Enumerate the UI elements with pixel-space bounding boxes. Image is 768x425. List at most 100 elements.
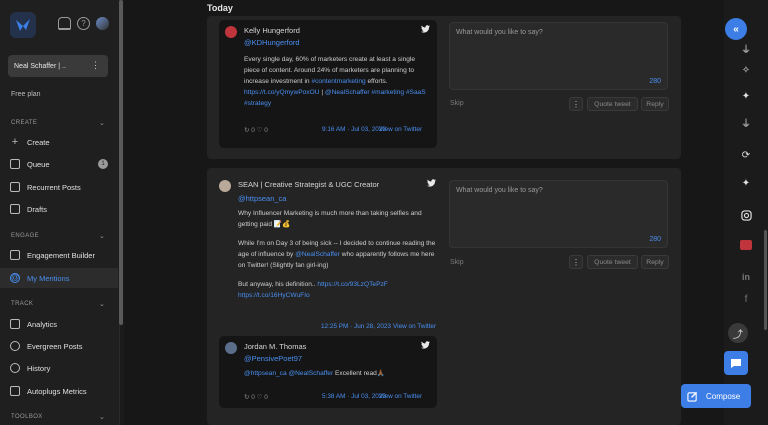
tweet-card: SEAN | Creative Strategist & UGC Creator… [213,174,443,334]
tweet-text: Why Influencer Marketing is much more th… [238,208,438,301]
collapse-panel-button[interactable]: « [725,18,747,40]
tweet-paragraph: But anyway, his definition.. https://t.c… [238,279,438,301]
mention-link[interactable]: @NealSchaffer [325,89,370,96]
sidebar-item-label: Autoplugs Metrics [27,386,87,396]
tweet-url[interactable]: https://t.co/yQmywPoxOU [244,89,319,96]
profile-name: Neal Schaffer | .. [14,62,66,70]
char-count: 280 [649,78,661,85]
tweet-paragraph: Why Influencer Marketing is much more th… [238,210,422,228]
quote-tweet-button[interactable]: Quote tweet [587,97,638,111]
new-feature-icon[interactable] [740,240,752,250]
sidebar-item-label: Analytics [27,319,58,329]
user-avatar[interactable] [96,17,109,30]
char-count: 280 [649,236,661,243]
tweet-timestamp: 9:16 AM · Jul 03, 2023 [322,126,386,133]
tweet-url[interactable]: https://t.co/93LzQTePzF [317,281,387,288]
more-options-button[interactable]: ⋮ [569,97,583,111]
tweet-card: Kelly Hungerford @KDHungerford Every sin… [219,20,437,148]
author-handle[interactable]: @httpsean_ca [238,194,286,203]
auto-retweet-icon[interactable]: ✦ [740,177,752,189]
quote-tweet-button[interactable]: Quote tweet [587,255,638,269]
rail-scrollbar[interactable] [764,230,767,330]
hashtag-link[interactable]: #contentmarketing [311,78,365,85]
tweet-url[interactable]: https://t.co/16HyCWuFIo [238,292,310,299]
sidebar: ? Neal Schaffer | .. ⋮ Free plan CREATE ⌄… [0,0,120,425]
more-options-button[interactable]: ⋮ [569,255,583,269]
section-track[interactable]: TRACK ⌄ [11,301,105,308]
compose-button[interactable]: Compose [681,384,751,408]
sidebar-item-drafts[interactable]: Drafts [0,199,118,219]
sidebar-item-label: Queue [27,159,50,169]
profile-menu-icon[interactable]: ⋮ [91,60,100,71]
plug-icon[interactable]: ⏚ [740,42,752,56]
linkedin-icon[interactable]: in [740,271,752,283]
section-engage[interactable]: ENGAGE ⌄ [11,233,105,240]
sidebar-item-recurrent-posts[interactable]: Recurrent Posts [0,177,118,197]
reply-tweet-card: Jordan M. Thomas @PensivePoet97 @httpsea… [219,336,437,408]
sidebar-item-history[interactable]: History [0,358,118,378]
sidebar-item-queue[interactable]: Queue 1 [0,154,118,174]
sidebar-item-engagement-builder[interactable]: Engagement Builder [0,245,118,265]
engagement-icon [10,250,20,260]
section-create[interactable]: CREATE ⌄ [11,120,105,127]
instagram-icon[interactable] [740,209,752,221]
profile-switcher[interactable]: Neal Schaffer | .. ⋮ [8,55,108,77]
view-on-twitter-link[interactable]: View on Twitter [379,393,422,400]
author-avatar [225,26,237,38]
view-on-twitter-link[interactable]: View on Twitter [393,323,436,330]
at-icon: @ [10,273,20,283]
reply-button[interactable]: Reply [641,97,669,111]
hashtag-link[interactable]: #marketing [370,89,404,96]
skip-link[interactable]: Skip [450,259,464,266]
sidebar-item-my-mentions[interactable]: @ My Mentions [0,268,118,288]
history-icon [10,363,20,373]
sidebar-item-analytics[interactable]: Analytics [0,314,118,334]
view-on-twitter-link[interactable]: View on Twitter [379,126,422,133]
sidebar-item-label: My Mentions [27,273,70,283]
sidebar-item-autoplugs-metrics[interactable]: Autoplugs Metrics [0,381,118,401]
sidebar-item-label: Engagement Builder [27,250,95,260]
tweet-stats: ↻ 0 ♡ 0 [244,394,268,401]
evergreen-icon [10,341,20,351]
skip-link[interactable]: Skip [450,100,464,107]
queue-icon [10,159,20,169]
hashtag-tool-icon[interactable]: ✧ [740,64,752,76]
app-logo[interactable] [10,12,36,38]
section-toolbox[interactable]: TOOLBOX ⌄ [11,414,105,421]
queue-count-badge: 1 [98,159,108,169]
plan-label: Free plan [11,91,41,98]
edit-icon [687,391,698,402]
bell-icon[interactable] [58,17,71,30]
sidebar-item-evergreen-posts[interactable]: Evergreen Posts [0,336,118,356]
refresh-icon[interactable]: ⟳ [740,149,752,161]
reply-textarea[interactable]: What would you like to say? 280 [449,22,668,90]
app-root: ? Neal Schaffer | .. ⋮ Free plan CREATE ⌄… [0,0,768,425]
compose-label: Compose [706,391,741,401]
section-toolbox-label: TOOLBOX [11,414,43,420]
twitter-icon [421,25,430,33]
mention-link[interactable]: @httpsean_ca [244,370,287,377]
reply-button[interactable]: Reply [641,255,669,269]
mention-link[interactable]: @NealSchaffer [288,370,333,377]
author-name: Kelly Hungerford [244,26,300,35]
mention-link[interactable]: @NealSchaffer [295,251,340,258]
analytics-icon [10,319,20,329]
author-handle[interactable]: @PensivePoet97 [244,354,302,363]
author-handle[interactable]: @KDHungerford [244,38,300,47]
sparkle-icon[interactable]: ✦ [740,90,752,102]
sidebar-item-create[interactable]: + Create [0,132,118,152]
sidebar-item-label: History [27,363,51,373]
tweet-text: Every single day, 60% of marketers creat… [244,54,432,109]
plug-alt-icon[interactable]: ⏚ [740,116,752,130]
sidebar-scrollbar[interactable] [119,0,123,325]
author-avatar [225,342,237,354]
help-icon[interactable]: ? [77,17,90,30]
sidebar-item-label: Drafts [27,204,48,214]
autoplugs-icon [10,386,20,396]
scroll-top-button[interactable]: ⤴ [728,323,748,343]
reply-textarea[interactable]: What would you like to say? 280 [449,180,668,248]
facebook-icon[interactable]: f [740,293,752,305]
chat-button[interactable] [724,351,748,375]
tweet-text-part: Excellent read🙏🏾 [333,370,385,377]
recurrent-icon [10,182,20,192]
